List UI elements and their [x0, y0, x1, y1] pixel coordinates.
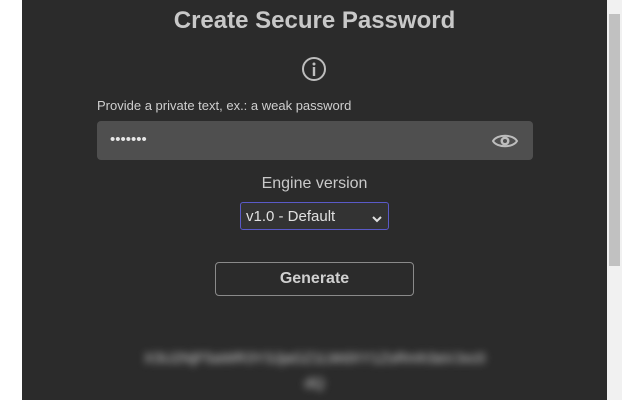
- chevron-down-icon: [372, 211, 382, 223]
- private-text-input[interactable]: •••••••: [97, 121, 533, 160]
- engine-version-selected: v1.0 - Default: [246, 208, 336, 225]
- scrollbar-thumb[interactable]: [609, 14, 620, 266]
- info-icon[interactable]: [301, 56, 327, 82]
- engine-version-select[interactable]: v1.0 - Default: [240, 202, 389, 230]
- page-title: Create Secure Password: [173, 7, 456, 34]
- engine-version-label: Engine version: [261, 175, 368, 192]
- password-generator-panel: Create Secure Password Provide a private…: [22, 0, 607, 400]
- generate-button[interactable]: Generate: [215, 262, 414, 296]
- generated-password-output: X3U2NjF5aWR3Y3JjaGZ1LWdXY1ZsRmh3aVJxc0dQ: [143, 350, 486, 392]
- eye-icon[interactable]: [491, 130, 519, 152]
- private-text-value: •••••••: [110, 131, 147, 148]
- private-text-label: Provide a private text, ex.: a weak pass…: [97, 98, 352, 113]
